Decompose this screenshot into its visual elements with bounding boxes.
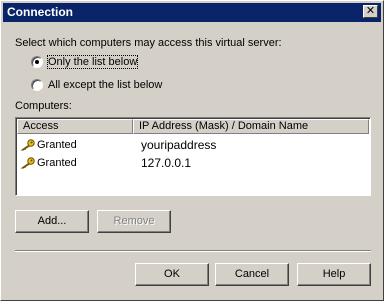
- list-header: Access IP Address (Mask) / Domain Name: [17, 119, 369, 134]
- ok-button[interactable]: OK: [135, 263, 209, 286]
- help-button[interactable]: Help: [297, 263, 371, 286]
- add-button[interactable]: Add...: [15, 210, 89, 233]
- list-row[interactable]: Granted youripaddress: [20, 137, 360, 154]
- computers-list[interactable]: Access IP Address (Mask) / Domain Name G…: [15, 117, 371, 196]
- remove-button[interactable]: Remove: [97, 210, 171, 233]
- key-icon: [20, 139, 35, 151]
- row-address: 127.0.0.1: [141, 156, 192, 170]
- cancel-button[interactable]: Cancel: [215, 263, 289, 286]
- key-icon: [20, 157, 35, 169]
- close-icon: ✕: [365, 5, 376, 17]
- window-title: Connection: [7, 5, 73, 19]
- radio-all-except[interactable]: [31, 79, 43, 91]
- row-access: Granted: [37, 157, 77, 169]
- radio-all-except-label[interactable]: All except the list below: [48, 79, 162, 91]
- close-button[interactable]: ✕: [363, 5, 378, 18]
- column-header-address[interactable]: IP Address (Mask) / Domain Name: [133, 119, 369, 134]
- connection-dialog: Connection ✕ Select which computers may …: [0, 0, 384, 301]
- radio-only-list[interactable]: [31, 56, 43, 68]
- list-row[interactable]: Granted 127.0.0.1: [20, 155, 360, 172]
- separator: [15, 250, 371, 252]
- column-header-access[interactable]: Access: [17, 119, 133, 134]
- computers-label: Computers:: [15, 100, 72, 112]
- radio-only-list-label[interactable]: Only the list below: [46, 55, 139, 69]
- access-prompt: Select which computers may access this v…: [15, 37, 282, 49]
- title-bar[interactable]: Connection ✕: [3, 3, 381, 22]
- row-access: Granted: [37, 139, 77, 151]
- row-address: youripaddress: [141, 138, 217, 152]
